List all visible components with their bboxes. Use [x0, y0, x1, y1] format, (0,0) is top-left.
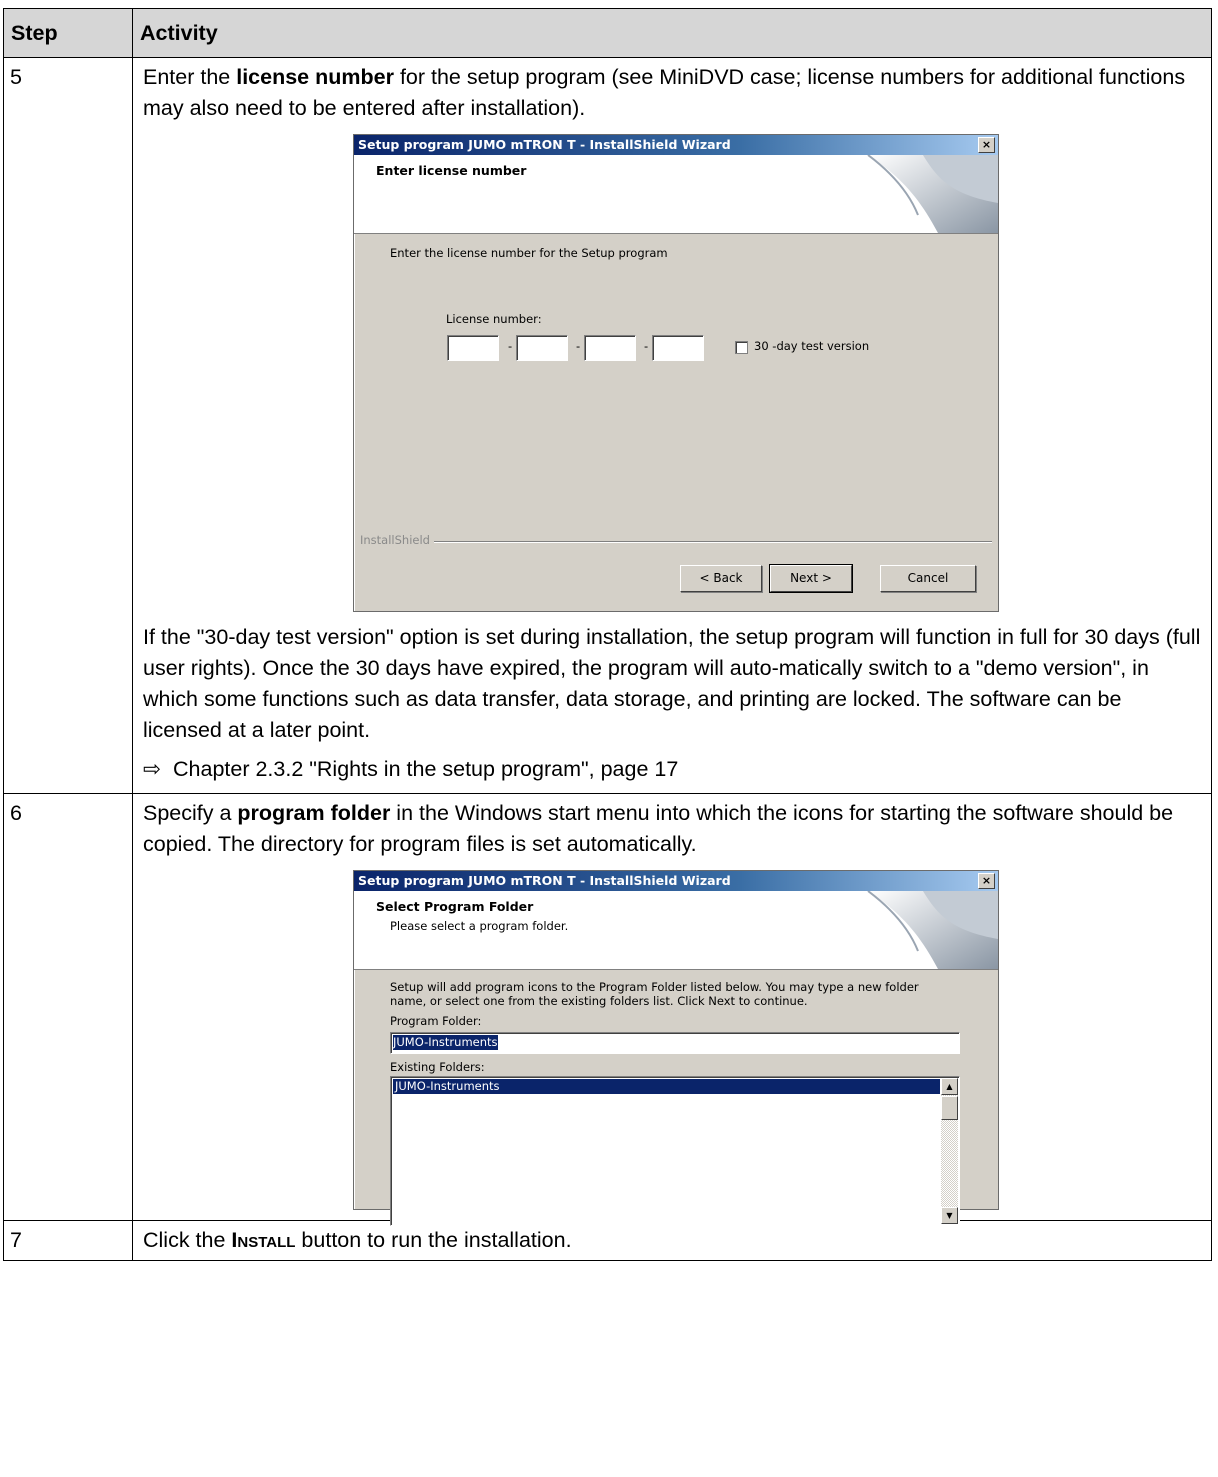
program-folder-input[interactable]: JUMO-Instruments: [390, 1032, 960, 1054]
dialog-body: Setup will add program icons to the Prog…: [354, 970, 998, 1226]
step-activity: Click the Install button to run the inst…: [132, 1220, 1212, 1261]
scroll-up-icon[interactable]: ▲: [941, 1078, 958, 1095]
step-activity: Enter the license number for the setup p…: [132, 57, 1212, 794]
step-instruction: Specify a program folder in the Windows …: [143, 798, 1201, 860]
instruction-text: button to run the installation.: [295, 1228, 572, 1252]
cancel-button[interactable]: Cancel: [880, 565, 976, 592]
dialog-title: Setup program JUMO mTRON T - InstallShie…: [358, 137, 731, 152]
dialog-titlebar: Setup program JUMO mTRON T - InstallShie…: [354, 135, 998, 155]
arrow-right-icon: ⇨: [143, 757, 162, 781]
license-field-1[interactable]: [447, 335, 499, 361]
close-icon[interactable]: ×: [978, 137, 995, 153]
dialog-header: Enter license number: [376, 163, 527, 178]
existing-folders-list[interactable]: JUMO-Instruments ▲ ▼: [390, 1076, 960, 1226]
instruction-emphasis: program folder: [237, 801, 391, 825]
header-step: Step: [3, 8, 133, 58]
dialog-body: Enter the license number for the Setup p…: [354, 234, 998, 610]
table-row: 5 Enter the license number for the setup…: [3, 57, 1212, 794]
license-label: License number:: [446, 312, 542, 326]
cross-reference-text: Chapter 2.3.2 "Rights in the setup progr…: [173, 757, 679, 781]
test-version-checkbox[interactable]: [735, 341, 748, 354]
step-activity: Specify a program folder in the Windows …: [132, 793, 1212, 1226]
scroll-thumb[interactable]: [941, 1096, 958, 1120]
installshield-graphic-icon: [867, 155, 998, 233]
license-dialog: Setup program JUMO mTRON T - InstallShie…: [353, 134, 999, 612]
steps-table: Step Activity 5 Enter the license number…: [3, 8, 1212, 1261]
cross-reference[interactable]: ⇨ Chapter 2.3.2 "Rights in the setup prog…: [143, 754, 1201, 785]
license-field-4[interactable]: [652, 335, 704, 361]
step-number: 7: [3, 1220, 133, 1261]
license-separator: -: [508, 339, 513, 353]
license-field-2[interactable]: [516, 335, 568, 361]
license-separator: -: [644, 339, 649, 353]
list-item[interactable]: JUMO-Instruments: [393, 1079, 940, 1094]
dialog-banner: Select Program Folder Please select a pr…: [354, 891, 998, 970]
license-separator: -: [576, 339, 581, 353]
dialog-instruction: Enter the license number for the Setup p…: [390, 246, 668, 260]
dialog-header: Select Program Folder: [376, 899, 534, 914]
instruction-emphasis: license number: [236, 65, 394, 89]
folders-scrollbar[interactable]: ▲ ▼: [941, 1078, 958, 1224]
dialog-banner: Enter license number: [354, 155, 998, 234]
instruction-emphasis: Install: [231, 1228, 296, 1252]
scroll-down-icon[interactable]: ▼: [941, 1207, 958, 1224]
installshield-label: InstallShield: [360, 533, 434, 548]
dialog-instruction: Setup will add program icons to the Prog…: [390, 980, 919, 994]
dialog-instruction: name, or select one from the existing fo…: [390, 994, 808, 1008]
instruction-text: Specify a: [143, 801, 238, 825]
step-number: 5: [3, 57, 133, 794]
header-activity: Activity: [132, 8, 1212, 58]
close-icon[interactable]: ×: [978, 873, 995, 889]
dialog-subheader: Please select a program folder.: [390, 919, 569, 933]
program-folder-dialog: Setup program JUMO mTRON T - InstallShie…: [353, 870, 999, 1226]
test-version-note: If the "30-day test version" option is s…: [143, 625, 1201, 742]
dialog-titlebar: Setup program JUMO mTRON T - InstallShie…: [354, 871, 998, 891]
back-button[interactable]: < Back: [680, 565, 762, 592]
program-folder-value: JUMO-Instruments: [393, 1035, 498, 1050]
test-version-label: 30 -day test version: [754, 339, 870, 353]
installshield-divider: [362, 541, 992, 543]
program-folder-label: Program Folder:: [390, 1014, 482, 1028]
existing-folders-label: Existing Folders:: [390, 1060, 485, 1074]
step-instruction: Click the Install button to run the inst…: [143, 1225, 1201, 1256]
next-button[interactable]: Next >: [769, 564, 853, 593]
installshield-graphic-icon: [867, 891, 998, 969]
table-row: 7 Click the Install button to run the in…: [3, 1220, 1212, 1261]
license-field-3[interactable]: [584, 335, 636, 361]
instruction-text: Click the: [143, 1228, 232, 1252]
step-number: 6: [3, 793, 133, 1221]
instruction-text: Enter the: [143, 65, 237, 89]
table-row: 6 Specify a program folder in the Window…: [3, 793, 1212, 1226]
dialog-title: Setup program JUMO mTRON T - InstallShie…: [358, 873, 731, 888]
step-instruction: Enter the license number for the setup p…: [143, 62, 1201, 124]
table-header-row: Step Activity: [3, 8, 1212, 58]
